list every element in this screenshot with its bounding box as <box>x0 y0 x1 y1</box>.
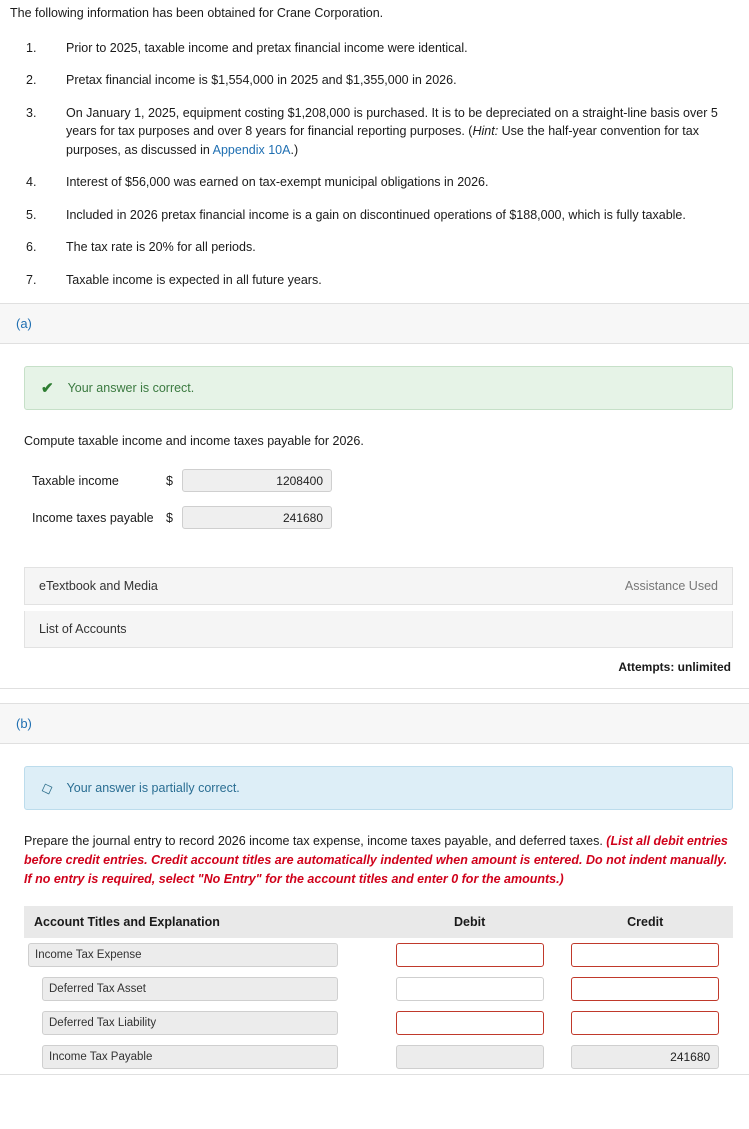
section-part-b: (b) ◇ Your answer is partially correct. … <box>0 703 749 1076</box>
facts-list: 1. Prior to 2025, taxable income and pre… <box>0 23 749 290</box>
list-item: 1. Prior to 2025, taxable income and pre… <box>26 39 739 58</box>
part-a-label: (a) <box>0 304 749 345</box>
debit-cell <box>382 938 558 972</box>
account-title-select[interactable] <box>42 1045 338 1070</box>
account-title-select[interactable] <box>42 977 338 1002</box>
credit-input[interactable] <box>571 943 720 968</box>
status-badge: Your answer is correct. <box>67 381 195 396</box>
etextbook-and-media-label[interactable]: eTextbook and Media <box>39 579 158 593</box>
list-item: 5. Included in 2026 pretax financial inc… <box>26 206 739 225</box>
debit-cell <box>382 1040 558 1074</box>
status-banner-correct: ✔ Your answer is correct. <box>24 366 733 411</box>
currency-symbol: $ <box>166 510 173 525</box>
table-row <box>24 938 733 972</box>
fact-segment: The tax rate is 20% for all periods. <box>66 240 256 255</box>
income-taxes-payable-label: Income taxes payable <box>32 510 154 525</box>
debit-cell <box>382 1006 558 1040</box>
part-b-body: ◇ Your answer is partially correct. Prep… <box>0 744 749 1074</box>
list-item: 6. The tax rate is 20% for all periods. <box>26 238 739 257</box>
status-badge: Your answer is partially correct. <box>66 781 240 795</box>
fact-segment: Pretax financial income is $1,554,000 in… <box>66 73 457 88</box>
credit-cell <box>557 972 733 1006</box>
fact-text: Interest of $56,000 was earned on tax-ex… <box>66 173 739 192</box>
attempts-label: Attempts: unlimited <box>618 660 731 674</box>
fact-number: 5. <box>26 207 37 222</box>
debit-input[interactable] <box>395 1011 544 1036</box>
fact-number: 2. <box>26 73 37 88</box>
assistance-used-label: Assistance Used <box>624 579 718 593</box>
fact-segment: Taxable income is expected in all future… <box>66 272 322 287</box>
column-header-credit: Credit <box>557 906 733 939</box>
credit-cell <box>557 1006 733 1040</box>
account-cell <box>24 972 382 1006</box>
taxable-income-row: Taxable income $ <box>24 469 733 492</box>
fact-text: Pretax financial income is $1,554,000 in… <box>66 71 739 90</box>
etextbook-and-media-bar[interactable]: eTextbook and Media Assistance Used <box>24 567 733 605</box>
fact-text: Taxable income is expected in all future… <box>66 271 739 290</box>
fact-segment: .) <box>290 142 299 157</box>
debit-input[interactable] <box>395 943 544 968</box>
account-title-select[interactable] <box>42 1011 338 1036</box>
fact-number: 4. <box>26 175 37 190</box>
taxable-income-label: Taxable income <box>32 473 119 488</box>
partial-icon: ◇ <box>38 778 56 799</box>
part-b-prompt-plain: Prepare the journal entry to record 2026… <box>24 834 607 848</box>
list-of-accounts-label[interactable]: List of Accounts <box>39 622 127 636</box>
fact-text: The tax rate is 20% for all periods. <box>66 238 739 257</box>
income-taxes-payable-input[interactable] <box>182 506 332 529</box>
list-item: 7. Taxable income is expected in all fut… <box>26 271 739 290</box>
income-taxes-payable-row: Income taxes payable $ <box>24 506 733 529</box>
credit-input[interactable] <box>571 1045 720 1070</box>
part-a-body: ✔ Your answer is correct. Compute taxabl… <box>0 344 749 688</box>
fact-number: 7. <box>26 272 37 287</box>
debit-input[interactable] <box>395 977 544 1002</box>
appendix-10a-link[interactable]: Appendix 10A <box>213 143 291 157</box>
debit-cell <box>382 972 558 1006</box>
table-row <box>24 1006 733 1040</box>
journal-entry-table: Account Titles and Explanation Debit Cre… <box>24 906 733 1074</box>
taxable-income-input[interactable] <box>182 469 332 492</box>
fact-number: 6. <box>26 240 37 255</box>
fact-segment: Interest of $56,000 was earned on tax-ex… <box>66 175 489 190</box>
account-cell <box>24 1006 382 1040</box>
fact-number: 1. <box>26 40 37 55</box>
account-cell <box>24 1040 382 1074</box>
currency-symbol: $ <box>166 473 173 488</box>
account-title-select[interactable] <box>28 943 338 968</box>
intro-text: The following information has been obtai… <box>10 6 384 20</box>
list-item: 2. Pretax financial income is $1,554,000… <box>26 71 739 90</box>
table-row <box>24 972 733 1006</box>
section-part-a: (a) ✔ Your answer is correct. Compute ta… <box>0 303 749 689</box>
column-header-debit: Debit <box>381 906 558 939</box>
part-a-prompt: Compute taxable income and income taxes … <box>24 434 364 449</box>
column-header-account: Account Titles and Explanation <box>24 906 382 939</box>
list-of-accounts-bar[interactable]: List of Accounts <box>24 611 733 648</box>
part-b-label: (b) <box>0 704 749 744</box>
credit-cell <box>557 1040 733 1074</box>
fact-number: 3. <box>26 105 37 120</box>
credit-input[interactable] <box>571 977 720 1002</box>
credit-input[interactable] <box>571 1011 720 1036</box>
table-header-row: Account Titles and Explanation Debit Cre… <box>24 906 733 939</box>
check-icon: ✔ <box>41 380 54 398</box>
credit-cell <box>557 938 733 972</box>
fact-text: Included in 2026 pretax financial income… <box>66 206 739 225</box>
fact-text: On January 1, 2025, equipment costing $1… <box>66 104 739 160</box>
status-banner-partial: ◇ Your answer is partially correct. <box>24 766 733 810</box>
table-row <box>24 1040 733 1074</box>
fact-hint-label: Hint: <box>472 124 499 139</box>
account-cell <box>24 938 382 972</box>
list-item: 4. Interest of $56,000 was earned on tax… <box>26 173 739 192</box>
debit-input[interactable] <box>395 1045 544 1070</box>
fact-text: Prior to 2025, taxable income and pretax… <box>66 39 739 58</box>
fact-segment: Prior to 2025, taxable income and pretax… <box>66 40 468 55</box>
part-b-prompt: Prepare the journal entry to record 2026… <box>24 832 733 888</box>
fact-segment: Included in 2026 pretax financial income… <box>66 207 686 222</box>
list-item: 3. On January 1, 2025, equipment costing… <box>26 104 739 160</box>
